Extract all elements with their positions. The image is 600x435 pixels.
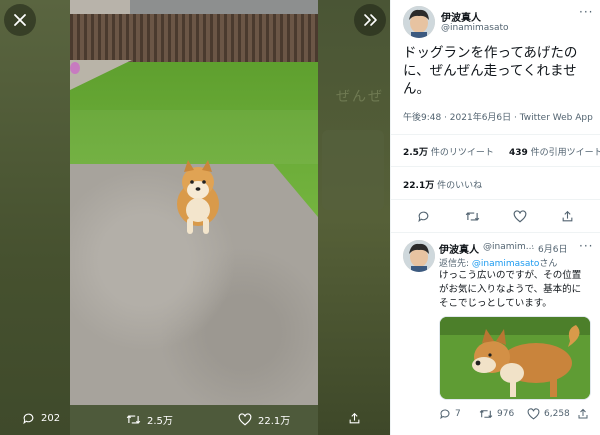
- reply-text-line: がお気に入りなようで、基本的に: [439, 284, 582, 295]
- reply-like-button[interactable]: 6,258: [527, 408, 570, 420]
- reply-action-bar: 7 976 6,258: [391, 404, 600, 428]
- divider: [391, 166, 600, 167]
- viewer-backdrop-left: [0, 0, 70, 435]
- tweet-panel: 伊波真人 @inamimasato ··· ドッグランを作ってあげたのに、ぜんぜ…: [390, 0, 600, 435]
- expand-panel-button[interactable]: [354, 4, 386, 36]
- chevron-right-icon: [364, 14, 377, 26]
- reply-date[interactable]: 6月6日: [538, 242, 567, 255]
- reply-date-separator: ·: [531, 242, 534, 252]
- viewer-retweet-button[interactable]: 2.5万: [126, 412, 173, 427]
- viewer-reply-count: 202: [41, 413, 61, 424]
- reply-like-count: 6,258: [544, 409, 570, 419]
- quotes-label: 件の引用ツイート: [530, 148, 600, 158]
- likes-value: 22.1万: [403, 181, 435, 191]
- photo-flower: [70, 62, 80, 74]
- replying-to-handle[interactable]: @inamimasato: [472, 259, 540, 269]
- like-icon: [527, 408, 540, 420]
- replying-to: 返信先: @inamimasatoさん: [439, 256, 557, 269]
- tweet-photo[interactable]: [70, 0, 318, 405]
- reply-more-button[interactable]: ···: [579, 239, 593, 253]
- share-button[interactable]: [561, 210, 574, 223]
- photo-building: [70, 0, 130, 14]
- retweet-icon: [479, 410, 493, 418]
- retweets-label: 件のリツイート: [430, 148, 494, 158]
- photo-lawn-stripe: [70, 110, 318, 164]
- quotes-stat[interactable]: 439 件の引用ツイート: [509, 145, 600, 158]
- close-icon: [14, 14, 26, 26]
- reply-reply-count: 7: [455, 409, 461, 419]
- replying-to-suffix: さん: [539, 259, 558, 269]
- reply-author-name[interactable]: 伊波真人: [439, 241, 479, 256]
- viewer-reply-button[interactable]: 202: [22, 412, 60, 425]
- shiba-photo-figure: [440, 317, 590, 399]
- reply-reply-button[interactable]: 7: [439, 408, 461, 420]
- viewer-share-button[interactable]: [348, 412, 361, 425]
- replying-to-prefix: 返信先:: [439, 259, 472, 269]
- viewer-action-bar: 202 2.5万 22.1万: [0, 405, 390, 435]
- reply-icon: [23, 413, 34, 425]
- reply-avatar-image: [403, 240, 435, 272]
- author-name[interactable]: 伊波真人: [441, 9, 481, 24]
- author-handle[interactable]: @inamimasato: [441, 23, 509, 33]
- avatar[interactable]: [403, 6, 435, 38]
- reply-author-handle[interactable]: @inamim...: [483, 242, 534, 252]
- divider: [391, 199, 600, 200]
- like-button[interactable]: [513, 210, 527, 223]
- more-button[interactable]: ···: [579, 5, 593, 19]
- shiba-dog-figure: [177, 160, 219, 234]
- more-icon: ···: [579, 239, 594, 253]
- like-icon: [238, 413, 252, 426]
- likes-stat[interactable]: 22.1万 件のいいね: [403, 178, 482, 191]
- retweet-icon: [465, 212, 480, 221]
- retweet-icon: [126, 415, 141, 424]
- avatar-image: [403, 6, 435, 38]
- divider: [391, 134, 600, 135]
- share-icon: [562, 210, 573, 222]
- viewer-like-count: 22.1万: [258, 416, 291, 427]
- tweet-timestamp[interactable]: 午後9:48 · 2021年6月6日 · Twitter Web App: [403, 110, 593, 123]
- reply-button[interactable]: [417, 210, 430, 223]
- close-button[interactable]: [4, 4, 36, 36]
- reply-photo[interactable]: [439, 316, 591, 400]
- retweet-button[interactable]: [465, 210, 480, 223]
- reply-icon: [418, 211, 429, 223]
- backdrop-blur-shape: [322, 130, 384, 210]
- retweets-stat[interactable]: 2.5万 件のリツイート: [403, 145, 494, 158]
- tweet-text: ドッグランを作ってあげたのに、ぜんぜん走ってくれません。: [403, 45, 578, 97]
- like-icon: [513, 210, 527, 223]
- divider: [391, 232, 600, 233]
- reply-avatar[interactable]: [403, 240, 435, 272]
- reply-retweet-count: 976: [497, 409, 515, 419]
- viewer-like-button[interactable]: 22.1万: [238, 412, 290, 427]
- reply-text-line: そこでじっとしています。: [439, 298, 552, 309]
- reply-text-line: けっこう広いのですが、その位置: [439, 270, 582, 281]
- backdrop-caption: ぜんぜ: [336, 89, 384, 105]
- reply-share-button[interactable]: [577, 408, 589, 420]
- reply-retweet-button[interactable]: 976: [479, 408, 514, 420]
- share-icon: [578, 408, 588, 419]
- share-icon: [349, 412, 360, 424]
- likes-label: 件のいいね: [437, 181, 483, 191]
- media-viewer: ぜんぜ 202 2.5万 22.1万: [0, 0, 390, 435]
- more-icon: ···: [579, 5, 594, 19]
- viewer-retweet-count: 2.5万: [147, 416, 173, 427]
- retweets-value: 2.5万: [403, 148, 428, 158]
- reply-icon: [440, 409, 450, 420]
- tweet-action-bar: [391, 206, 600, 230]
- quotes-value: 439: [509, 148, 528, 158]
- viewer-backdrop-right: [318, 0, 390, 435]
